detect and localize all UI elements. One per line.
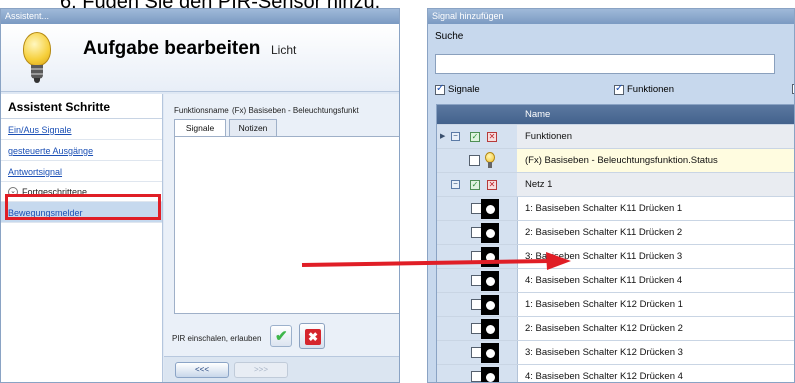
- grid-header-row: Name: [437, 105, 794, 125]
- highlight-box: [5, 194, 161, 220]
- list-item[interactable]: 1: Basiseben Schalter K12 Drücken 1: [437, 293, 794, 317]
- signal-item-label: 2: Basiseben Schalter K12 Drücken 2: [525, 323, 683, 334]
- add-signal-window-title: Signal hinzufügen: [428, 9, 794, 24]
- next-button[interactable]: >>>: [234, 362, 288, 378]
- filter-signals-label: Signale: [448, 84, 480, 95]
- group-network-label: Netz 1: [525, 179, 553, 190]
- list-item[interactable]: 4: Basiseben Schalter K11 Drücken 4: [437, 269, 794, 293]
- pir-enable-label: PIR einschalen, erlauben: [172, 334, 262, 343]
- light-bulb-icon: [485, 152, 495, 169]
- list-item[interactable]: 3: Basiseben Schalter K11 Drücken 3: [437, 245, 794, 269]
- functions-checkbox[interactable]: [614, 83, 624, 95]
- signal-item-label: 2: Basiseben Schalter K11 Drücken 2: [525, 227, 683, 238]
- list-item[interactable]: 2: Basiseben Schalter K12 Drücken 2: [437, 317, 794, 341]
- group-row-functions[interactable]: ▶ − ✓ ✕ Funktionen: [437, 125, 794, 149]
- row-checkbox[interactable]: [469, 155, 480, 166]
- function-item-label: (Fx) Basiseben - Beleuchtungsfunktion.St…: [525, 155, 718, 166]
- push-button-icon: [481, 343, 499, 363]
- collapse-icon[interactable]: −: [451, 132, 460, 141]
- add-signal-window: Signal hinzufügen Suche Signale Funktion…: [427, 8, 795, 383]
- list-item[interactable]: 4: Basiseben Schalter K12 Drücken 4: [437, 365, 794, 382]
- assistant-window: Assistent... Aufgabe bearbeiten Licht As…: [0, 8, 400, 383]
- signal-item-label: 1: Basiseben Schalter K11 Drücken 1: [525, 203, 683, 214]
- list-item[interactable]: 3: Basiseben Schalter K12 Drücken 3: [437, 341, 794, 365]
- signal-grid: Name ▶ − ✓ ✕ Funktionen (Fx) Basiseben -…: [436, 104, 794, 382]
- wizard-main-pane: Funktionsname (Fx) Basiseben - Beleuchtu…: [164, 94, 399, 382]
- tab-notes[interactable]: Notizen: [229, 119, 277, 136]
- list-item[interactable]: 1: Basiseben Schalter K11 Drücken 1: [437, 197, 794, 221]
- signals-checkbox[interactable]: [435, 83, 445, 95]
- push-button-icon: [481, 319, 499, 339]
- group-row-network[interactable]: − ✓ ✕ Netz 1: [437, 173, 794, 197]
- push-button-icon: [481, 247, 499, 267]
- signal-item-label: 3: Basiseben Schalter K12 Drücken 3: [525, 347, 683, 358]
- function-name-label: Funktionsname: [174, 106, 229, 115]
- delete-button[interactable]: ✖: [299, 323, 325, 349]
- push-button-icon: [481, 367, 499, 382]
- light-bulb-icon: [23, 32, 51, 84]
- push-button-icon: [481, 271, 499, 291]
- group-functions-label: Funktionen: [525, 131, 573, 142]
- task-header: Aufgabe bearbeiten Licht: [1, 24, 399, 92]
- expand-arrow-icon[interactable]: ▶: [440, 132, 445, 140]
- step-link-controlled-outputs[interactable]: gesteuerte Ausgänge: [1, 140, 162, 161]
- search-label: Suche: [435, 31, 464, 42]
- signals-list-area[interactable]: [174, 136, 399, 314]
- filter-functions[interactable]: Funktionen: [614, 83, 675, 95]
- deselect-all-icon[interactable]: ✕: [487, 180, 497, 190]
- filter-signals[interactable]: Signale: [435, 83, 480, 95]
- collapse-icon[interactable]: −: [451, 180, 460, 189]
- wizard-steps-panel: Assistent Schritte Ein/Aus Signale geste…: [1, 94, 163, 382]
- task-title: Aufgabe bearbeiten: [83, 38, 261, 59]
- confirm-button[interactable]: ✔: [270, 325, 292, 347]
- select-all-icon[interactable]: ✓: [470, 180, 480, 190]
- list-item[interactable]: 2: Basiseben Schalter K11 Drücken 2: [437, 221, 794, 245]
- step-link-on-off-signals[interactable]: Ein/Aus Signale: [1, 119, 162, 140]
- signal-item-label: 4: Basiseben Schalter K11 Drücken 4: [525, 275, 683, 286]
- close-icon: ✖: [305, 329, 321, 345]
- filter-functions-label: Funktionen: [627, 84, 675, 95]
- wizard-nav-bar: <<< >>>: [164, 356, 399, 382]
- push-button-icon: [481, 295, 499, 315]
- tab-signals[interactable]: Signale: [174, 119, 226, 136]
- list-item-function-status[interactable]: (Fx) Basiseben - Beleuchtungsfunktion.St…: [437, 149, 794, 173]
- wizard-steps-title: Assistent Schritte: [1, 94, 162, 119]
- push-button-icon: [481, 223, 499, 243]
- deselect-all-icon[interactable]: ✕: [487, 132, 497, 142]
- search-input[interactable]: [435, 54, 775, 74]
- checkmark-icon: ✔: [275, 328, 288, 345]
- signal-item-label: 1: Basiseben Schalter K12 Drücken 1: [525, 299, 683, 310]
- column-header-name[interactable]: Name: [525, 109, 550, 120]
- signal-item-label: 3: Basiseben Schalter K11 Drücken 3: [525, 251, 683, 262]
- previous-button[interactable]: <<<: [175, 362, 229, 378]
- select-all-icon[interactable]: ✓: [470, 132, 480, 142]
- signal-item-label: 4: Basiseben Schalter K12 Drücken 4: [525, 371, 683, 382]
- step-link-response-signal[interactable]: Antwortsignal: [1, 161, 162, 182]
- function-name-value: (Fx) Basiseben - Beleuchtungsfunkt: [232, 106, 359, 115]
- assistant-window-title: Assistent...: [1, 9, 399, 24]
- task-subtitle: Licht: [271, 43, 297, 57]
- push-button-icon: [481, 199, 499, 219]
